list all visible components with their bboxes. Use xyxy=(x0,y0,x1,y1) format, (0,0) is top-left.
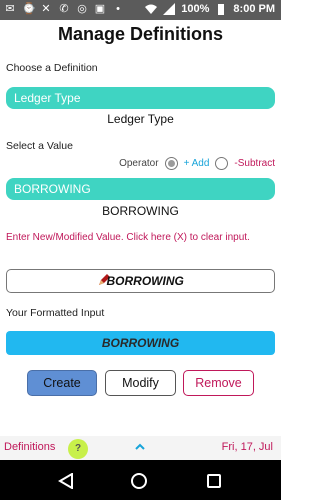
dot-icon: • xyxy=(116,3,120,15)
watch-icon: ⌚ xyxy=(22,3,36,15)
phone-icon: ✆ xyxy=(59,3,69,15)
create-button[interactable]: Create xyxy=(27,370,97,396)
value-input-text[interactable]: BORROWING xyxy=(107,274,184,288)
clear-input-instruction[interactable]: Enter New/Modified Value. Click here (X)… xyxy=(6,231,276,245)
definition-label: Choose a Definition xyxy=(6,62,98,74)
add-label[interactable]: + Add xyxy=(184,158,210,169)
value-selector[interactable]: BORROWING xyxy=(6,178,275,200)
system-status: 100% 8:00 PM xyxy=(145,3,275,15)
add-radio[interactable] xyxy=(164,157,178,170)
definitions-link[interactable]: Definitions xyxy=(4,441,55,453)
mute-icon: ✕ xyxy=(41,3,51,15)
notification-icons: ✉ ⌚ ✕ ✆ ◎ ▣ • xyxy=(4,3,124,15)
definition-selector[interactable]: Ledger Type xyxy=(6,87,275,109)
battery-icon xyxy=(218,4,225,15)
message-icon: ✉ xyxy=(5,3,15,15)
help-icon[interactable]: ? xyxy=(68,439,88,459)
page-title: Manage Definitions xyxy=(57,24,223,44)
subtract-label[interactable]: -Subtract xyxy=(234,158,275,169)
value-label: Select a Value xyxy=(6,140,73,152)
value-display: BORROWING xyxy=(102,204,179,218)
definition-display: Ledger Type xyxy=(107,112,174,126)
subtract-radio[interactable] xyxy=(215,157,229,170)
battery-percent: 100% xyxy=(181,3,210,15)
formatted-output: BORROWING xyxy=(6,331,275,355)
recent-apps-icon[interactable] xyxy=(207,474,221,488)
whatsapp-icon: ◎ xyxy=(77,3,87,15)
operator-label: Operator xyxy=(119,158,159,169)
bottom-bar: Definitions ? Fri, 17, Jul xyxy=(0,436,281,460)
operator-row: Operator + Add -Subtract xyxy=(119,157,275,170)
modify-button[interactable]: Modify xyxy=(105,370,176,396)
back-icon[interactable] xyxy=(58,473,74,489)
home-icon[interactable] xyxy=(131,473,147,489)
wifi-icon xyxy=(145,4,158,14)
value-input[interactable]: BORROWING xyxy=(6,269,275,293)
date-label: Fri, 17, Jul xyxy=(221,441,273,453)
status-bar: ✉ ⌚ ✕ ✆ ◎ ▣ • 100% 8:00 PM xyxy=(0,0,281,20)
formatted-label: Your Formatted Input xyxy=(6,307,105,319)
image-icon: ▣ xyxy=(94,3,106,15)
navigation-bar xyxy=(0,460,281,500)
clock: 8:00 PM xyxy=(233,3,275,15)
signal-icon xyxy=(163,3,176,15)
chevron-up-icon[interactable] xyxy=(134,441,146,453)
remove-button[interactable]: Remove xyxy=(183,370,254,396)
